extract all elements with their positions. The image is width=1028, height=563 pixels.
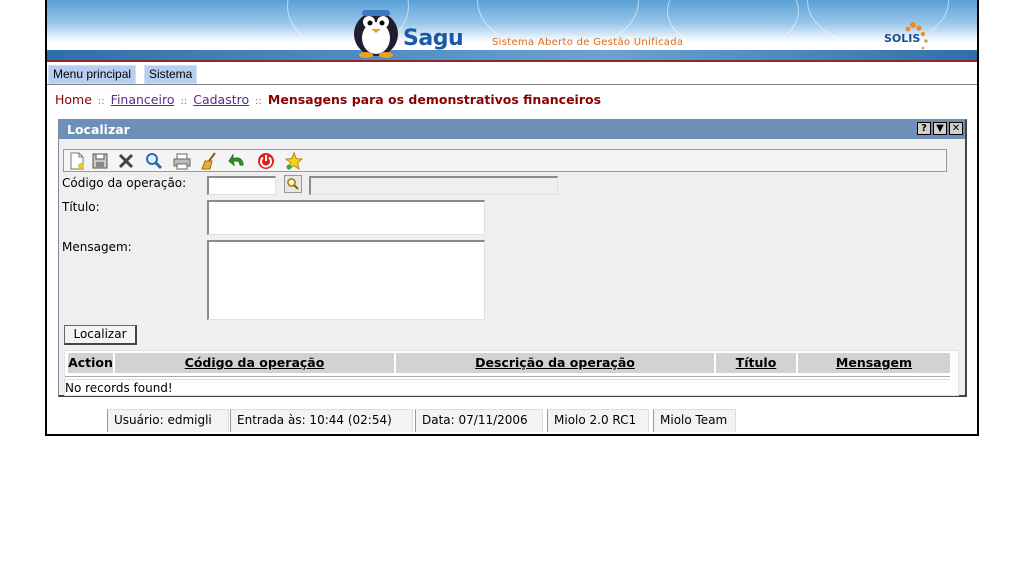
status-entry-time: Entrada às: 10:44 (02:54) <box>230 409 413 432</box>
menu-item-sistema[interactable]: Sistema <box>144 65 198 84</box>
codigo-operacao-description-field <box>309 176 558 195</box>
status-version: Miolo 2.0 RC1 <box>547 409 649 432</box>
grid-divider <box>65 376 950 380</box>
penguin-logo-icon <box>354 10 398 58</box>
print-icon[interactable] <box>173 152 191 170</box>
status-user: Usuário: edmigli <box>107 409 229 432</box>
status-date: Data: 07/11/2006 <box>415 409 543 432</box>
localizar-button[interactable]: Localizar <box>64 325 137 345</box>
column-header-descricao[interactable]: Descrição da operação <box>396 353 716 373</box>
column-header-action: Action <box>68 353 115 373</box>
breadcrumb-separator: :: <box>255 96 262 107</box>
solis-logo-text: SOLIS <box>884 32 921 45</box>
codigo-operacao-input[interactable] <box>207 176 276 195</box>
lookup-button[interactable] <box>284 175 302 193</box>
search-panel: Localizar ? ▼ ✕ Código da operação: Títu… <box>58 119 967 397</box>
brand-tagline: Sistema Aberto de Gestão Unificada <box>492 37 684 48</box>
breadcrumb-home[interactable]: Home <box>55 92 92 107</box>
banner-decor-arc <box>667 0 799 52</box>
minimize-button[interactable]: ▼ <box>933 122 947 135</box>
empty-results-message: No records found! <box>65 381 173 395</box>
breadcrumb-separator: :: <box>180 96 188 107</box>
titulo-input[interactable] <box>207 200 485 235</box>
save-icon[interactable] <box>91 152 109 170</box>
menu-item-menu-principal[interactable]: Menu principal <box>48 65 137 84</box>
close-button[interactable]: ✕ <box>949 122 963 135</box>
status-team: Miolo Team <box>653 409 736 432</box>
brand-name: Sagu <box>403 26 464 51</box>
grid-header: Action Código da operação Descrição da o… <box>65 353 950 373</box>
banner-wave <box>47 50 977 60</box>
lookup-search-icon <box>287 178 299 190</box>
codigo-operacao-label: Código da operação: <box>62 176 187 190</box>
breadcrumb: Home:: Financeiro:: Cadastro:: Mensagens pa… <box>55 92 601 107</box>
app-window: Sagu Sistema Aberto de Gestão Unificada … <box>45 0 979 436</box>
panel-title: Localizar <box>59 120 965 139</box>
menu-bar: Menu principal Sistema <box>47 62 977 85</box>
mensagem-label: Mensagem: <box>62 240 132 254</box>
clear-broom-icon[interactable] <box>201 152 219 170</box>
header-banner: Sagu Sistema Aberto de Gestão Unificada … <box>47 0 977 60</box>
column-header-mensagem[interactable]: Mensagem <box>798 353 950 373</box>
new-document-icon[interactable] <box>68 152 86 170</box>
delete-icon[interactable] <box>117 152 135 170</box>
breadcrumb-separator: :: <box>97 96 105 107</box>
column-header-codigo[interactable]: Código da operação <box>115 353 396 373</box>
breadcrumb-financeiro-link[interactable]: Financeiro <box>111 92 175 107</box>
search-icon[interactable] <box>145 152 163 170</box>
titulo-label: Título: <box>62 200 100 214</box>
breadcrumb-current: Mensagens para os demonstrativos finance… <box>267 92 602 107</box>
results-grid: Action Código da operação Descrição da o… <box>64 350 959 396</box>
back-arrow-icon[interactable] <box>228 152 246 170</box>
exit-power-icon[interactable] <box>257 152 275 170</box>
breadcrumb-cadastro-link[interactable]: Cadastro <box>193 92 249 107</box>
toolbar <box>63 149 947 172</box>
help-button[interactable]: ? <box>917 122 931 135</box>
favorite-star-icon[interactable] <box>285 152 303 170</box>
column-header-titulo[interactable]: Título <box>716 353 798 373</box>
mensagem-textarea[interactable] <box>207 240 485 320</box>
